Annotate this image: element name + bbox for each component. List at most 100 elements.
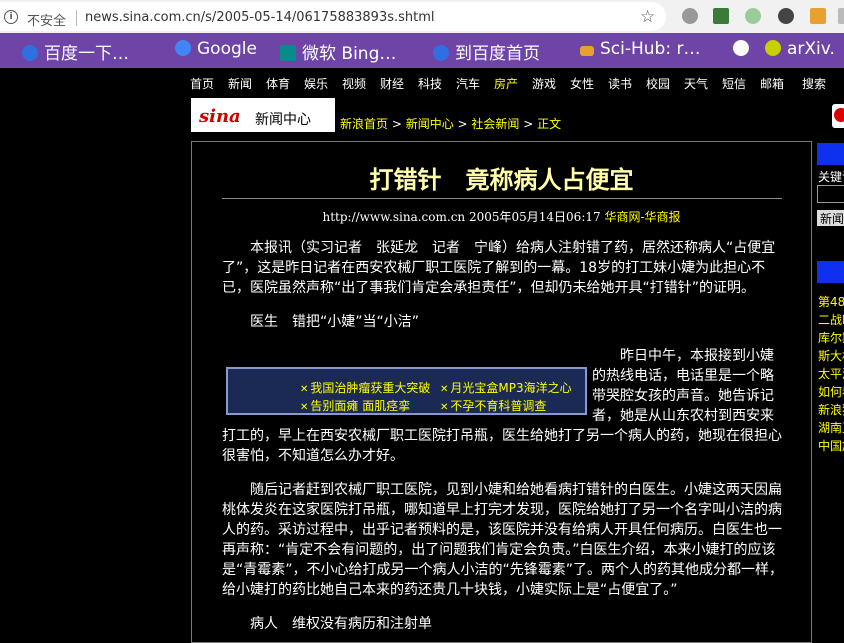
nav-item[interactable]: 校园 [646, 75, 670, 92]
browser-toolbar: i 不安全 news.sina.com.cn/s/2005-05-14/0617… [0, 0, 844, 33]
sina-news-logo[interactable]: sina 新闻中心 [191, 98, 335, 132]
nav-item[interactable]: 短信 [722, 75, 746, 92]
bookmark-google[interactable]: Google [175, 39, 257, 61]
text-line: 随后记者赶到农械厂职工医院，见到小婕和给她看病打错针的白医生。小婕这两天因扁 [222, 482, 782, 498]
right-sidebar: 关键词 新闻 第48届 二战时 库尔斯 斯大林 太平洋 如何看 新浪独 湖南卫 … [811, 141, 844, 627]
url-text[interactable]: news.sina.com.cn/s/2005-05-14/0617588389… [85, 10, 435, 25]
nav-item[interactable]: 女性 [570, 75, 594, 92]
bookmarks-bar: 百度一下… Google 微软 Bing… 到百度首页 Sci-Hub: r… … [0, 33, 844, 68]
subhead-1: 医生 错把“小婕”当“小洁” [222, 314, 420, 330]
bullet-icon: ✕ [300, 384, 309, 395]
breadcrumb-news-center[interactable]: 新闻中心 [406, 117, 454, 131]
nav-item[interactable]: 科技 [418, 75, 442, 92]
bookmark-scihub[interactable]: Sci-Hub: r… [580, 39, 700, 61]
paragraph-1: 本报讯（实习记者 张延龙 记者 宁峰）给病人注射错了药，居然还称病人“占便宜 了… [222, 238, 784, 298]
text-line: 已，医院虽然声称“出了事我们肯定会承担责任”，但却仍未给她开具“打错针”的证明。 [222, 280, 756, 296]
breadcrumb-separator: > [388, 117, 406, 131]
ad-link[interactable]: ✕ 告别面瘫 面肌痉挛 [300, 397, 410, 414]
paragraph-3: 随后记者赶到农械厂职工医院，见到小婕和给她看病打错针的白医生。小婕这两天因扁 桃… [222, 480, 784, 600]
text-line: 昨日中午，本报接到小婕 [620, 348, 774, 364]
breadcrumb-society[interactable]: 社会新闻 [471, 117, 519, 131]
text-line: 是“青霉素”，不小心给打成另一个病人小洁的“先锋霉素”了。两个人的药其他成分都一… [222, 562, 784, 578]
extension-c-icon[interactable] [778, 8, 794, 24]
text-line: 再声称：“肯定不会有问题的，出了问题我们肯定会负责。”白医生介绍，本来小婕打的应… [222, 542, 776, 558]
nav-item[interactable]: 天气 [684, 75, 708, 92]
bing-icon [280, 45, 296, 61]
bullet-icon: ✕ [300, 402, 309, 413]
globe-icon [733, 40, 749, 56]
baidu-paw-icon [433, 45, 449, 61]
sidebar-link[interactable]: 第48届 [818, 293, 844, 310]
nav-item[interactable]: 邮箱 [760, 75, 784, 92]
ad-link[interactable]: ✕ 不孕不育科普调查 [440, 397, 546, 414]
text-line: 的热线电话，电话里是一个略 [592, 368, 774, 384]
sidebar-link[interactable]: 二战时 [818, 311, 844, 328]
extension-tool-icon[interactable] [713, 8, 729, 24]
scihub-icon [580, 46, 594, 56]
bookmark-globe[interactable] [733, 39, 755, 61]
nav-item[interactable]: 读书 [608, 75, 632, 92]
insecure-label[interactable]: 不安全 [27, 10, 66, 29]
nav-item[interactable]: 游戏 [532, 75, 556, 92]
breadcrumb-home[interactable]: 新浪首页 [340, 117, 388, 131]
nav-item[interactable]: 财经 [380, 75, 404, 92]
nav-item[interactable]: 视频 [342, 75, 366, 92]
bookmark-arxiv[interactable]: arXiv. [765, 39, 835, 61]
meta-date: 2005年05月14日06:17 [468, 210, 601, 224]
nav-item[interactable]: 汽车 [456, 75, 480, 92]
breadcrumb-separator: > [453, 117, 472, 131]
sidebar-link[interactable]: 中国旅 [818, 437, 844, 454]
text-line: 桃体发炎在这家医院打吊瓶，哪知道早上打完才发现，医院给她打了另一个名字叫小洁的病 [222, 502, 782, 518]
text-line: 打工的，早上在西安农械厂职工医院打吊瓶，医生给她打了另一个病人的药，她现在很担心 [222, 428, 782, 444]
title-divider [222, 198, 782, 199]
baidu-paw-icon [22, 45, 38, 61]
bookmark-baidu-home[interactable]: 到百度首页 [433, 39, 540, 64]
google-icon [175, 40, 191, 56]
logo-section-text: 新闻中心 [255, 112, 311, 128]
text-line: 很害怕，不知道怎么办才好。 [222, 448, 404, 464]
ad-link[interactable]: ✕ 我国治肿瘤获重大突破 [300, 379, 430, 396]
bookmark-baidu[interactable]: 百度一下… [22, 39, 129, 64]
nav-item[interactable]: 房产 [494, 75, 518, 92]
sidebar-link[interactable]: 湖南卫 [818, 419, 844, 436]
search-news-button[interactable]: 新闻 [817, 210, 844, 226]
breadcrumb-separator: > [519, 117, 538, 131]
bookmark-bing[interactable]: 微软 Bing… [280, 39, 396, 64]
article-meta: http://www.sina.com.cn 2005年05月14日06:17 … [192, 208, 811, 225]
meta-source[interactable]: 华商网-华商报 [604, 210, 680, 224]
sidebar-link[interactable]: 如何看 [818, 383, 844, 400]
article-title: 打错针 竟称病人占便宜 [369, 166, 634, 194]
partner-logo-icon[interactable] [832, 104, 844, 128]
extension-doc-icon[interactable] [838, 8, 844, 24]
paragraph-2-wrap: 昨日中午，本报接到小婕 的热线电话，电话里是一个略 带哭腔女孩的声音。她告诉记 … [592, 346, 782, 426]
address-bar[interactable]: i 不安全 news.sina.com.cn/s/2005-05-14/0617… [0, 2, 666, 31]
ad-link[interactable]: ✕ 月光宝盒MP3海洋之心 [440, 379, 572, 396]
extension-circle-icon[interactable] [745, 8, 761, 24]
nav-item[interactable]: 首页 [190, 75, 214, 92]
nav-item[interactable]: 搜索 [802, 75, 826, 92]
nav-item[interactable]: 新闻 [228, 75, 252, 92]
text-line: 本报讯（实习记者 张延龙 记者 宁峰）给病人注射错了药，居然还称病人“占便宜 [222, 240, 776, 256]
breadcrumb-current[interactable]: 正文 [537, 117, 561, 131]
sidebar-link[interactable]: 库尔斯 [818, 329, 844, 346]
paragraph-2: 打工的，早上在西安农械厂职工医院打吊瓶，医生给她打了另一个病人的药，她现在很担心… [222, 426, 784, 466]
sidebar-link[interactable]: 新浪独 [818, 401, 844, 418]
text-line: 了”，这是昨日记者在西安农械厂职工医院了解到的一幕。18岁的打工妹小婕为此担心不 [222, 260, 766, 276]
extension-grid-icon[interactable] [810, 8, 826, 24]
ad-banner[interactable]: ✕ 我国治肿瘤获重大突破 ✕ 月光宝盒MP3海洋之心 ✕ 告别面瘫 面肌痉挛 ✕ 不孕不… [226, 367, 587, 415]
nav-item[interactable]: 体育 [266, 75, 290, 92]
meta-url: http://www.sina.com.cn [322, 210, 466, 224]
nav-item[interactable]: 娱乐 [304, 75, 328, 92]
logo-sina-text: sina [199, 106, 241, 127]
subhead-2: 病人 维权没有病历和注射单 [222, 616, 432, 632]
info-icon[interactable]: i [4, 10, 18, 24]
sidebar-link[interactable]: 斯大林 [818, 347, 844, 364]
smiley-icon [765, 40, 781, 56]
article-panel: 打错针 竟称病人占便宜 http://www.sina.com.cn 2005年… [191, 141, 812, 643]
text-line: 人的药。采访过程中，出乎记者预料的是，该医院并没有给病人开具任何病历。白医生也一 [222, 522, 782, 538]
bullet-icon: ✕ [440, 402, 449, 413]
keyword-input[interactable] [817, 185, 844, 203]
sidebar-link[interactable]: 太平洋 [818, 365, 844, 382]
bookmark-star-icon[interactable]: ☆ [640, 7, 655, 27]
extension-lightbulb-icon[interactable] [682, 8, 698, 24]
